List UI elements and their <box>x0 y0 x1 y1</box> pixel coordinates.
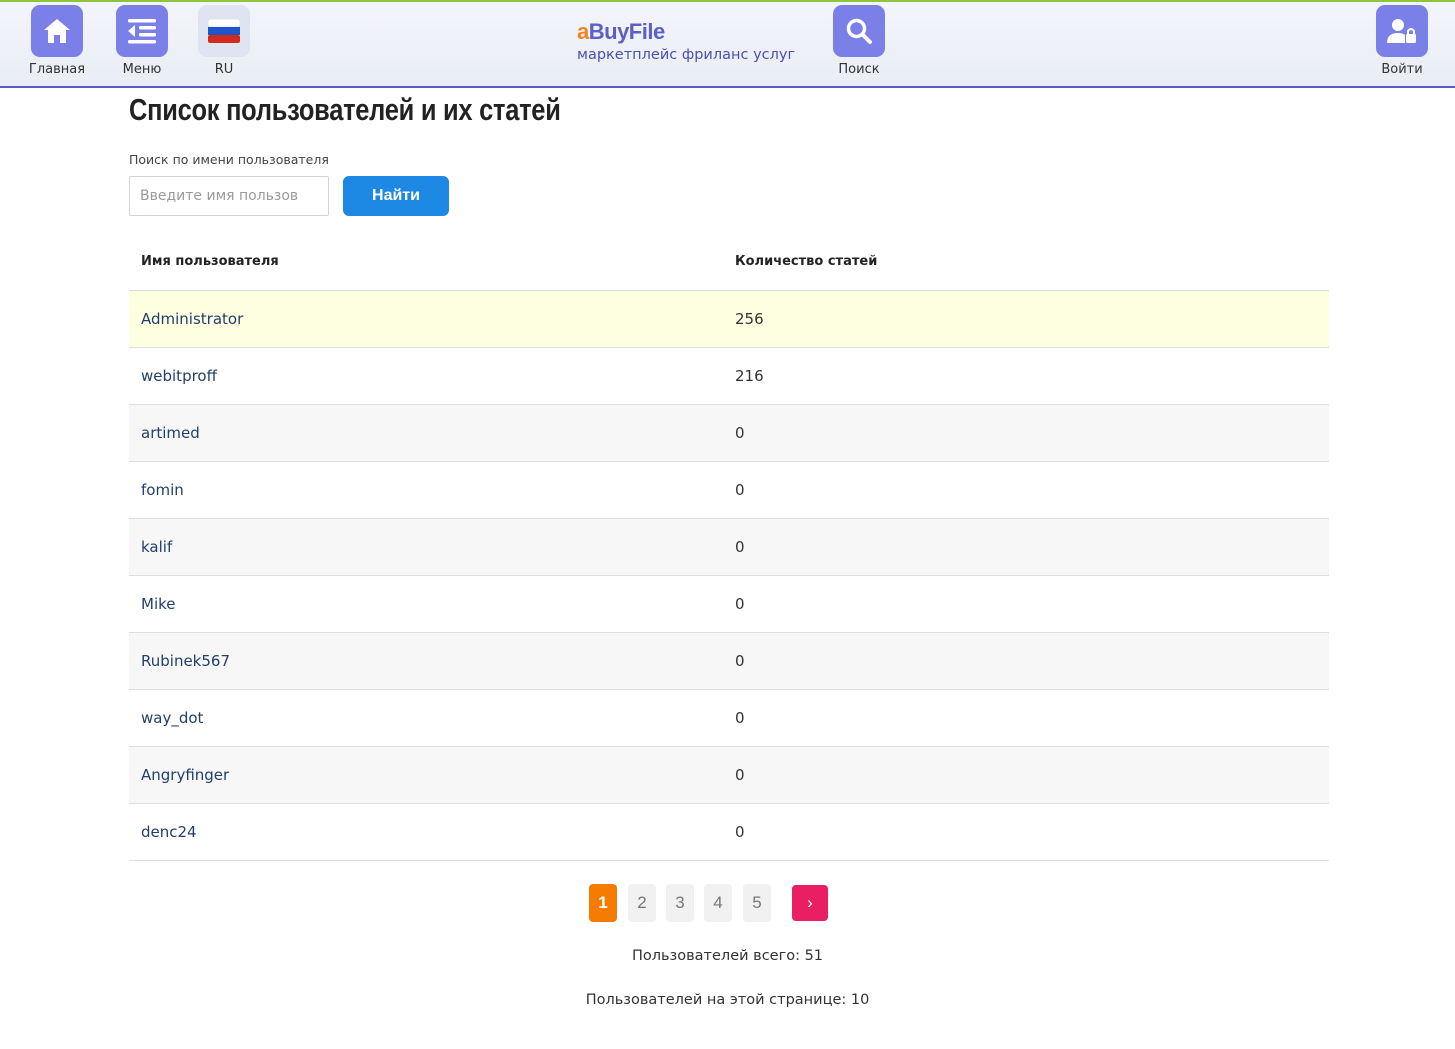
language-label: RU <box>214 62 234 77</box>
table-row: Administrator 256 <box>129 290 1329 348</box>
username-cell: fomin <box>129 461 724 519</box>
article-count-cell: 256 <box>724 290 1329 348</box>
user-link[interactable]: denc24 <box>141 823 197 841</box>
home-label: Главная <box>28 62 86 77</box>
username-search-input[interactable] <box>129 176 329 216</box>
username-cell: webitproff <box>129 347 724 405</box>
table-row: artimed 0 <box>129 404 1329 462</box>
user-link[interactable]: Administrator <box>141 310 243 328</box>
chevron-right-icon: › <box>807 893 813 912</box>
username-cell: Mike <box>129 575 724 633</box>
article-count-cell: 0 <box>724 746 1329 804</box>
table-row: fomin 0 <box>129 461 1329 519</box>
article-count-cell: 216 <box>724 347 1329 405</box>
article-count-cell: 0 <box>724 689 1329 747</box>
username-cell: Rubinek567 <box>129 632 724 690</box>
article-count-cell: 0 <box>724 518 1329 576</box>
user-link[interactable]: kalif <box>141 538 172 556</box>
table-row: webitproff 216 <box>129 347 1329 405</box>
table-row: Mike 0 <box>129 575 1329 633</box>
page-3-button[interactable]: 3 <box>666 884 694 922</box>
user-link[interactable]: fomin <box>141 481 184 499</box>
table-row: denc24 0 <box>129 803 1329 861</box>
username-cell: Administrator <box>129 290 724 348</box>
page-title: Список пользователей и их статей <box>129 92 561 127</box>
menu-label: Меню <box>122 62 162 77</box>
logo-prefix: a <box>577 19 589 44</box>
table-row: Angryfinger 0 <box>129 746 1329 804</box>
menu-button[interactable]: Меню <box>102 5 182 77</box>
table-header-row: Имя пользователя Количество статей <box>129 234 1329 291</box>
username-cell: artimed <box>129 404 724 462</box>
user-link[interactable]: Mike <box>141 595 176 613</box>
user-link[interactable]: Rubinek567 <box>141 652 230 670</box>
find-button[interactable]: Найти <box>343 176 449 216</box>
logo[interactable]: aBuyFile <box>577 18 795 46</box>
search-field-label: Поиск по имени пользователя <box>129 152 329 167</box>
user-link[interactable]: Angryfinger <box>141 766 229 784</box>
language-button[interactable]: RU <box>184 5 264 77</box>
column-header-username[interactable]: Имя пользователя <box>129 234 724 291</box>
page-1-button[interactable]: 1 <box>589 884 617 922</box>
article-count-cell: 0 <box>724 803 1329 861</box>
users-table: Имя пользователя Количество статей Admin… <box>129 234 1329 861</box>
login-button[interactable]: Войти <box>1362 5 1442 77</box>
search-nav-label: Поиск <box>838 62 880 77</box>
tagline: маркетплейс фриланс услуг <box>577 47 796 63</box>
username-cell: Angryfinger <box>129 746 724 804</box>
article-count-cell: 0 <box>724 404 1329 462</box>
user-lock-icon <box>1376 5 1428 57</box>
site-header: Главная Меню RU aBuyFile маркетплейс фри… <box>0 0 1455 88</box>
brand[interactable]: aBuyFile маркетплейс фриланс услуг <box>577 18 795 63</box>
page-5-button[interactable]: 5 <box>743 884 771 922</box>
user-link[interactable]: way_dot <box>141 709 203 727</box>
column-header-article-count[interactable]: Количество статей <box>724 234 1329 291</box>
article-count-cell: 0 <box>724 461 1329 519</box>
page-2-button[interactable]: 2 <box>628 884 656 922</box>
russia-flag-icon <box>198 5 250 57</box>
username-cell: denc24 <box>129 803 724 861</box>
table-row: way_dot 0 <box>129 689 1329 747</box>
article-count-cell: 0 <box>724 632 1329 690</box>
article-count-cell: 0 <box>724 575 1329 633</box>
page-4-button[interactable]: 4 <box>704 884 732 922</box>
menu-indent-icon <box>116 5 168 57</box>
user-link[interactable]: webitproff <box>141 367 217 385</box>
next-page-button[interactable]: › <box>792 885 828 921</box>
logo-name: BuyFile <box>588 19 665 44</box>
total-users-count: Пользователей всего: 51 <box>631 948 824 964</box>
home-icon <box>31 5 83 57</box>
username-cell: way_dot <box>129 689 724 747</box>
login-label: Войти <box>1381 62 1423 77</box>
user-link[interactable]: artimed <box>141 424 200 442</box>
search-icon <box>833 5 885 57</box>
table-row: kalif 0 <box>129 518 1329 576</box>
home-button[interactable]: Главная <box>17 5 97 77</box>
search-nav-button[interactable]: Поиск <box>819 5 899 77</box>
users-on-page-count: Пользователей на этой странице: 10 <box>585 992 870 1008</box>
username-cell: kalif <box>129 518 724 576</box>
table-row: Rubinek567 0 <box>129 632 1329 690</box>
